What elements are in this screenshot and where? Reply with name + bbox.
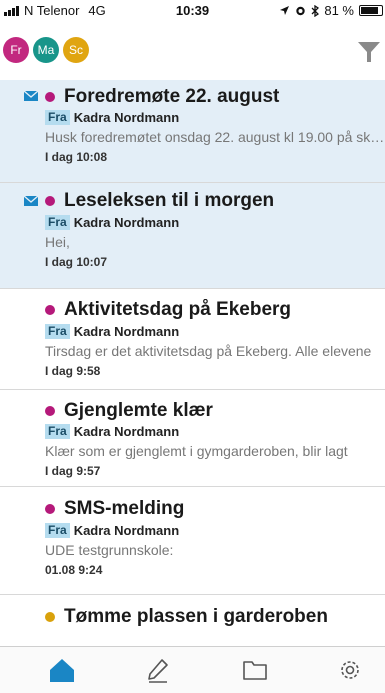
sender-row: Fra Kadra Nordmann	[45, 424, 385, 440]
sender-name: Kadra Nordmann	[73, 110, 180, 125]
message-item[interactable]: Gjenglemte klær Fra Kadra Nordmann Klær s…	[0, 390, 385, 487]
message-preview: Klær som er gjenglemt i gymgarderoben, b…	[45, 443, 348, 459]
message-time: I dag 9:57	[45, 464, 101, 478]
sender-name: Kadra Nordmann	[73, 424, 180, 439]
sender-row: Fra Kadra Nordmann	[45, 523, 385, 539]
message-preview: Tirsdag er det aktivitetsdag på Ekeberg.…	[45, 343, 372, 359]
sender-row: Fra Kadra Nordmann	[45, 324, 385, 340]
envelope-icon	[24, 91, 38, 101]
from-badge: Fra	[45, 523, 70, 538]
battery-icon	[359, 5, 383, 16]
filter-icon[interactable]	[357, 40, 381, 64]
status-dot	[45, 305, 55, 315]
avatar-ma[interactable]: Ma	[33, 37, 59, 63]
envelope-icon	[24, 196, 38, 206]
message-preview: UDE testgrunnskole:	[45, 542, 174, 558]
folder-icon[interactable]	[242, 657, 268, 683]
message-time: I dag 9:58	[45, 364, 101, 378]
alarm-icon	[296, 6, 306, 16]
sender-name: Kadra Nordmann	[73, 523, 180, 538]
from-badge: Fra	[45, 110, 70, 125]
unread-dot	[45, 196, 55, 206]
tab-bar	[0, 646, 385, 693]
message-time: I dag 10:08	[45, 150, 108, 164]
message-item[interactable]: Aktivitetsdag på Ekeberg Fra Kadra Nordma…	[0, 289, 385, 390]
sender-row: Fra Kadra Nordmann	[45, 215, 385, 231]
message-subject: Foredremøte 22. august	[64, 86, 280, 107]
message-item[interactable]: Leseleksen til i morgen Fra Kadra Nordman…	[0, 183, 385, 289]
message-item[interactable]: Tømme plassen i garderoben	[0, 595, 385, 646]
status-right: 81 %	[279, 3, 383, 18]
message-preview: Hei,	[45, 234, 70, 250]
status-bar: N Telenor 4G 10:39 81 %	[0, 0, 385, 20]
location-icon	[280, 6, 290, 15]
avatar-sc[interactable]: Sc	[63, 37, 89, 63]
message-subject: Leseleksen til i morgen	[64, 190, 275, 211]
message-item[interactable]: SMS-melding Fra Kadra Nordmann UDE testgr…	[0, 487, 385, 595]
bluetooth-icon	[311, 4, 320, 17]
message-preview: Husk foredremøtet onsdag 22. august kl 1…	[45, 129, 385, 145]
message-subject: SMS-melding	[64, 498, 185, 519]
message-subject: Tømme plassen i garderoben	[64, 606, 328, 627]
message-list: Foredremøte 22. august Fra Kadra Nordmann…	[0, 80, 385, 646]
message-time: I dag 10:07	[45, 255, 108, 269]
message-subject: Aktivitetsdag på Ekeberg	[64, 299, 292, 320]
avatar-fr[interactable]: Fr	[3, 37, 29, 63]
header: Fr Ma Sc	[0, 30, 385, 70]
status-dot	[45, 612, 55, 622]
battery-percent: 81 %	[324, 3, 354, 18]
from-badge: Fra	[45, 324, 70, 339]
sender-row: Fra Kadra Nordmann	[45, 110, 385, 126]
from-badge: Fra	[45, 215, 70, 230]
pen-icon[interactable]	[145, 657, 171, 683]
status-dot	[45, 406, 55, 416]
unread-dot	[45, 92, 55, 102]
status-dot	[45, 504, 55, 514]
sender-name: Kadra Nordmann	[73, 215, 180, 230]
settings-icon[interactable]	[337, 657, 363, 683]
message-item[interactable]: Foredremøte 22. august Fra Kadra Nordmann…	[0, 80, 385, 183]
sender-name: Kadra Nordmann	[73, 324, 180, 339]
home-icon[interactable]	[49, 657, 75, 683]
from-badge: Fra	[45, 424, 70, 439]
message-time: 01.08 9:24	[45, 563, 103, 577]
message-subject: Gjenglemte klær	[64, 400, 213, 421]
